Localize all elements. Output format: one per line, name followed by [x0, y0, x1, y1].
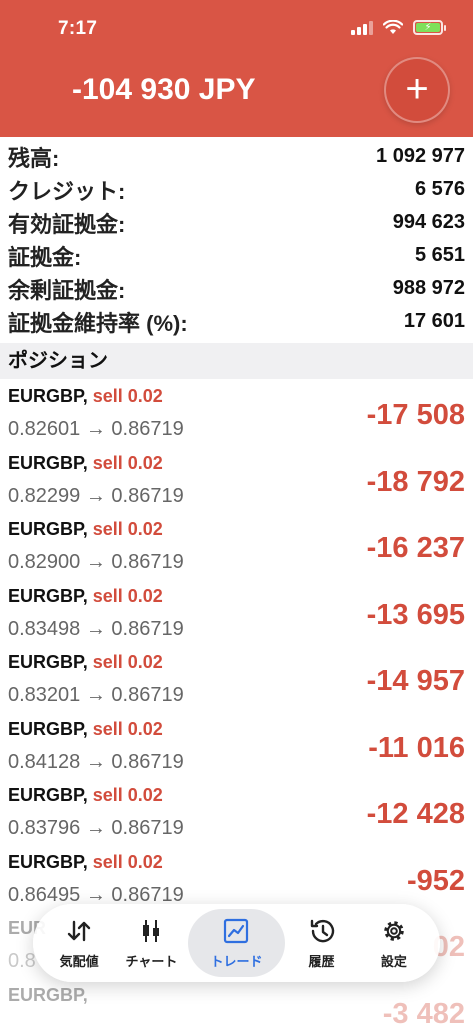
position-profit: -12 428 — [366, 798, 465, 830]
summary-label: 残高: — [8, 145, 60, 171]
summary-label: 余剰証拠金: — [8, 277, 126, 303]
history-icon — [308, 917, 336, 945]
position-side: sell 0.02 — [92, 519, 163, 539]
position-row[interactable]: EURGBP, sell 0.02 0.82601 → 0.86719 -17 … — [0, 381, 473, 448]
position-symbol: EURGBP, — [8, 984, 88, 1005]
position-symbol-line: EURGBP, sell 0.02 — [8, 852, 163, 873]
tab-label: 履歴 — [308, 953, 335, 969]
position-prices: 0.82601 → 0.86719 — [8, 418, 184, 440]
tab-quotes[interactable]: 気配値 — [43, 909, 115, 977]
position-prices: 0.8 — [8, 950, 36, 972]
summary-row-free-margin: 余剰証拠金: 988 972 — [0, 272, 473, 305]
signal-icon — [351, 20, 373, 35]
summary-label: 証拠金: — [8, 244, 82, 270]
summary-label: クレジット: — [8, 178, 126, 204]
summary-value: 994 623 — [392, 211, 465, 233]
wifi-icon — [383, 20, 403, 34]
position-symbol: EURGBP, — [8, 652, 88, 672]
position-prices: 0.82299 → 0.86719 — [8, 484, 184, 507]
position-side: sell 0.02 — [92, 652, 163, 672]
tab-trade[interactable]: トレード — [187, 909, 286, 977]
position-symbol-line: EURGBP, sell 0.02 — [8, 519, 163, 540]
tab-label: チャート — [125, 953, 178, 969]
position-prices: 0.83498 → 0.86719 — [8, 617, 184, 640]
status-bar: 7:17 ⚡ — [0, 0, 473, 60]
position-profit: -3 482 — [382, 997, 465, 1024]
position-side: sell 0.02 — [92, 386, 163, 406]
position-side: sell 0.02 — [92, 785, 163, 805]
position-row[interactable]: EURGBP, -3 482 — [0, 980, 473, 1024]
tab-settings[interactable]: 設定 — [358, 909, 430, 977]
position-symbol-line: EURGBP, sell 0.02 — [8, 785, 163, 806]
position-profit: -16 237 — [366, 532, 465, 564]
total-profit: -104 930 JPY — [72, 73, 256, 106]
tab-label: 気配値 — [59, 953, 99, 969]
battery-icon: ⚡ — [413, 20, 446, 35]
position-profit: -17 508 — [366, 399, 465, 431]
position-side: sell 0.02 — [92, 585, 163, 606]
new-order-button[interactable]: + — [384, 57, 450, 123]
arrows-updown-icon — [65, 917, 93, 945]
trade-chart-icon — [222, 917, 250, 945]
position-prices: 0.83796 → 0.86719 — [8, 817, 184, 839]
summary-value: 988 972 — [392, 277, 465, 299]
position-symbol-line: EURGBP, sell 0.02 — [8, 386, 163, 407]
position-prices: 0.83201 → 0.86719 — [8, 684, 184, 706]
status-icons: ⚡ — [351, 20, 446, 35]
position-side: sell 0.02 — [92, 851, 163, 872]
tab-chart[interactable]: チャート — [115, 909, 187, 977]
position-symbol: EURGBP, — [8, 386, 88, 406]
position-row[interactable]: EURGBP, sell 0.02 0.82299 → 0.86719 -18 … — [0, 448, 473, 515]
position-row[interactable]: EURGBP, sell 0.02 0.82900 → 0.86719 -16 … — [0, 514, 473, 581]
position-symbol-line: EURGBP, sell 0.02 — [8, 586, 163, 607]
candlestick-icon — [137, 917, 165, 945]
summary-value: 17 601 — [403, 310, 465, 332]
position-profit: -11 016 — [368, 731, 465, 764]
tab-label: 設定 — [380, 953, 407, 969]
summary-value: 5 651 — [414, 244, 465, 266]
summary-row-credit: クレジット: 6 576 — [0, 173, 473, 206]
position-symbol: EURGBP, — [8, 452, 88, 473]
position-row[interactable]: EURGBP, sell 0.02 0.84128 → 0.86719 -11 … — [0, 714, 473, 781]
position-side: sell 0.02 — [92, 718, 163, 739]
position-profit: -13 695 — [366, 598, 465, 631]
summary-row-equity: 有効証拠金: 994 623 — [0, 206, 473, 239]
account-header: 7:17 ⚡ -104 930 JPY + — [0, 0, 473, 137]
gear-icon — [380, 917, 408, 945]
position-symbol: EURGBP, — [8, 585, 88, 606]
position-profit: -18 792 — [366, 465, 465, 498]
position-profit: -952 — [406, 864, 465, 897]
position-row[interactable]: EURGBP, sell 0.02 0.83498 → 0.86719 -13 … — [0, 581, 473, 648]
position-prices: 0.82900 → 0.86719 — [8, 551, 184, 573]
summary-row-balance: 残高: 1 092 977 — [0, 140, 473, 173]
position-profit: -14 957 — [366, 665, 465, 697]
status-time: 7:17 — [58, 18, 98, 39]
position-prices: 0.84128 → 0.86719 — [8, 750, 184, 773]
position-symbol: EURGBP, — [8, 718, 88, 739]
position-row[interactable]: EURGBP, sell 0.02 0.83201 → 0.86719 -14 … — [0, 647, 473, 714]
position-side: sell 0.02 — [92, 452, 163, 473]
position-symbol: EURGBP, — [8, 785, 88, 805]
summary-label: 有効証拠金: — [8, 211, 126, 237]
account-summary: 残高: 1 092 977 クレジット: 6 576 有効証拠金: 994 623 証… — [0, 140, 473, 338]
bottom-tab-bar: 気配値 チャート トレード 履歴 設定 — [33, 904, 440, 982]
tab-label: トレード — [210, 953, 263, 969]
position-symbol-line: EURGBP, sell 0.02 — [8, 453, 163, 474]
position-symbol-line: EURGBP, sell 0.02 — [8, 719, 163, 740]
summary-row-margin-level: 証拠金維持率 (%): 17 601 — [0, 305, 473, 338]
position-symbol: EURGBP, — [8, 851, 88, 872]
position-symbol: EURGBP, — [8, 519, 88, 539]
summary-label: 証拠金維持率 (%): — [8, 310, 188, 336]
positions-section-header: ポジション — [0, 343, 473, 379]
summary-row-margin: 証拠金: 5 651 — [0, 239, 473, 272]
position-symbol-line: EURGBP, sell 0.02 — [8, 652, 163, 673]
summary-value: 1 092 977 — [376, 145, 465, 167]
summary-value: 6 576 — [414, 178, 465, 200]
position-symbol-line: EURGBP, — [8, 985, 88, 1006]
position-row[interactable]: EURGBP, sell 0.02 0.83796 → 0.86719 -12 … — [0, 780, 473, 847]
tab-history[interactable]: 履歴 — [285, 909, 357, 977]
